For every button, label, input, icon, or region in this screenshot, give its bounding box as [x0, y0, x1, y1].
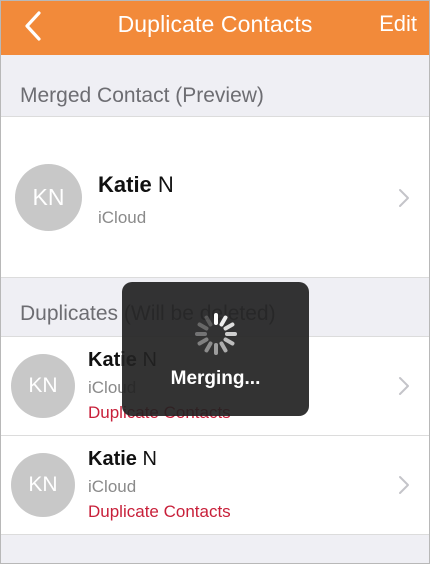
avatar-initials: KN [28, 374, 58, 397]
contact-group: Duplicate Contacts [88, 502, 231, 521]
chevron-right-icon [399, 476, 409, 494]
contact-name: Katie N [98, 172, 174, 198]
contact-first-name: Katie [88, 448, 137, 470]
avatar-initials: KN [28, 473, 58, 496]
merging-hud: Merging... [122, 282, 309, 416]
avatar-initials: KN [32, 184, 65, 210]
merging-label: Merging... [170, 368, 261, 389]
contact-last-name: N [142, 448, 157, 470]
avatar: KN [15, 164, 82, 231]
chevron-right-icon [399, 189, 409, 207]
contact-source: iCloud [98, 208, 147, 227]
avatar: KN [11, 354, 75, 418]
contact-source: iCloud [88, 477, 137, 496]
spinner-icon [195, 313, 237, 355]
edit-button[interactable]: Edit [379, 11, 417, 37]
list-item[interactable]: KN Katie N iCloud Duplicate Contacts [1, 436, 429, 534]
merged-section-header: Merged Contact (Preview) [1, 55, 429, 115]
avatar: KN [11, 453, 75, 517]
contact-first-name: Katie [98, 172, 152, 197]
nav-title: Duplicate Contacts [117, 11, 313, 37]
nav-bar: Duplicate Contacts Edit [1, 1, 429, 55]
contact-last-name: N [157, 172, 174, 197]
merged-contact-card[interactable]: KN Katie N iCloud [1, 116, 429, 278]
merged-section-title: Merged Contact (Preview) [20, 84, 264, 107]
contact-name: Katie N [88, 448, 157, 471]
chevron-right-icon [399, 377, 409, 395]
